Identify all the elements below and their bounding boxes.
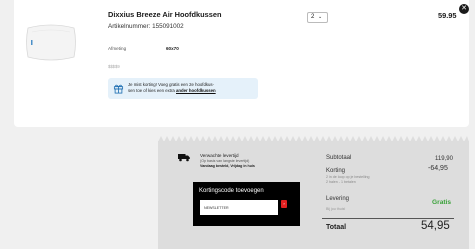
discount-note-2: 2 halen - 1 betalen <box>326 180 356 184</box>
promo-text-prefix: sen toe of kies een extra <box>128 88 177 93</box>
truck-icon <box>178 154 190 162</box>
promo-text-line1: Je mist korting! Voeg gratis een 2e hoof… <box>128 82 214 87</box>
discount-value: -64,95 <box>428 165 448 172</box>
coupon-title: Kortingscode toevoegen <box>199 188 264 194</box>
delivery-cost-value: Gratis <box>432 199 452 206</box>
arrow-right-icon: › <box>283 201 285 206</box>
subtotal-label: Subtotaal <box>326 155 352 161</box>
delivery-cost-label: Levering <box>326 196 350 202</box>
product-image[interactable] <box>22 20 80 65</box>
total-label: Totaal <box>326 224 347 231</box>
coupon-code-input[interactable] <box>200 200 278 215</box>
promo-text-line2: sen toe of kies een extra ander hoofdkus… <box>128 88 216 93</box>
quantity-select[interactable]: 2 ⌄ <box>307 12 328 23</box>
remove-item-button[interactable]: ✕ <box>459 4 469 14</box>
subtotal-value: 119,90 <box>435 156 453 162</box>
delivery-title: Verwachte levertijd <box>200 153 239 158</box>
quantity-value: 2 <box>311 14 315 20</box>
coupon-submit-button[interactable]: › <box>281 200 287 208</box>
other-pillow-link[interactable]: ander hoofdkussen <box>176 88 216 93</box>
summary-divider <box>322 218 454 219</box>
close-icon: ✕ <box>461 5 467 12</box>
product-name[interactable]: Dixxius Breeze Air Hoofdkussen <box>108 10 222 19</box>
discount-label: Korting <box>326 168 346 174</box>
chevron-down-icon: ⌄ <box>318 14 323 20</box>
delivery-cost-note: Bij jou thuis! <box>326 207 346 211</box>
coupon-box: Kortingscode toevoegen › <box>193 182 300 226</box>
spec-value: 60x70 <box>166 46 179 51</box>
gift-icon <box>113 84 124 94</box>
product-sku: Artikelnummer: 155091002 <box>108 23 184 30</box>
promo-banner: Je mist korting! Voeg gratis een 2e hoof… <box>108 78 258 99</box>
spec-label: Afmeting <box>108 46 127 51</box>
cart-item-card: ✕ Dixxius Breeze Air Hoofdkussen Artikel… <box>14 0 469 127</box>
total-value: 54,95 <box>421 220 450 232</box>
extra-code: $$$$9 <box>108 64 120 69</box>
delivery-detail: Vandaag besteld, Vrijdag in huis <box>200 164 255 168</box>
delivery-subtitle: (Op basis van langste levertijd) <box>200 159 250 163</box>
product-price: 59.95 <box>438 11 457 20</box>
